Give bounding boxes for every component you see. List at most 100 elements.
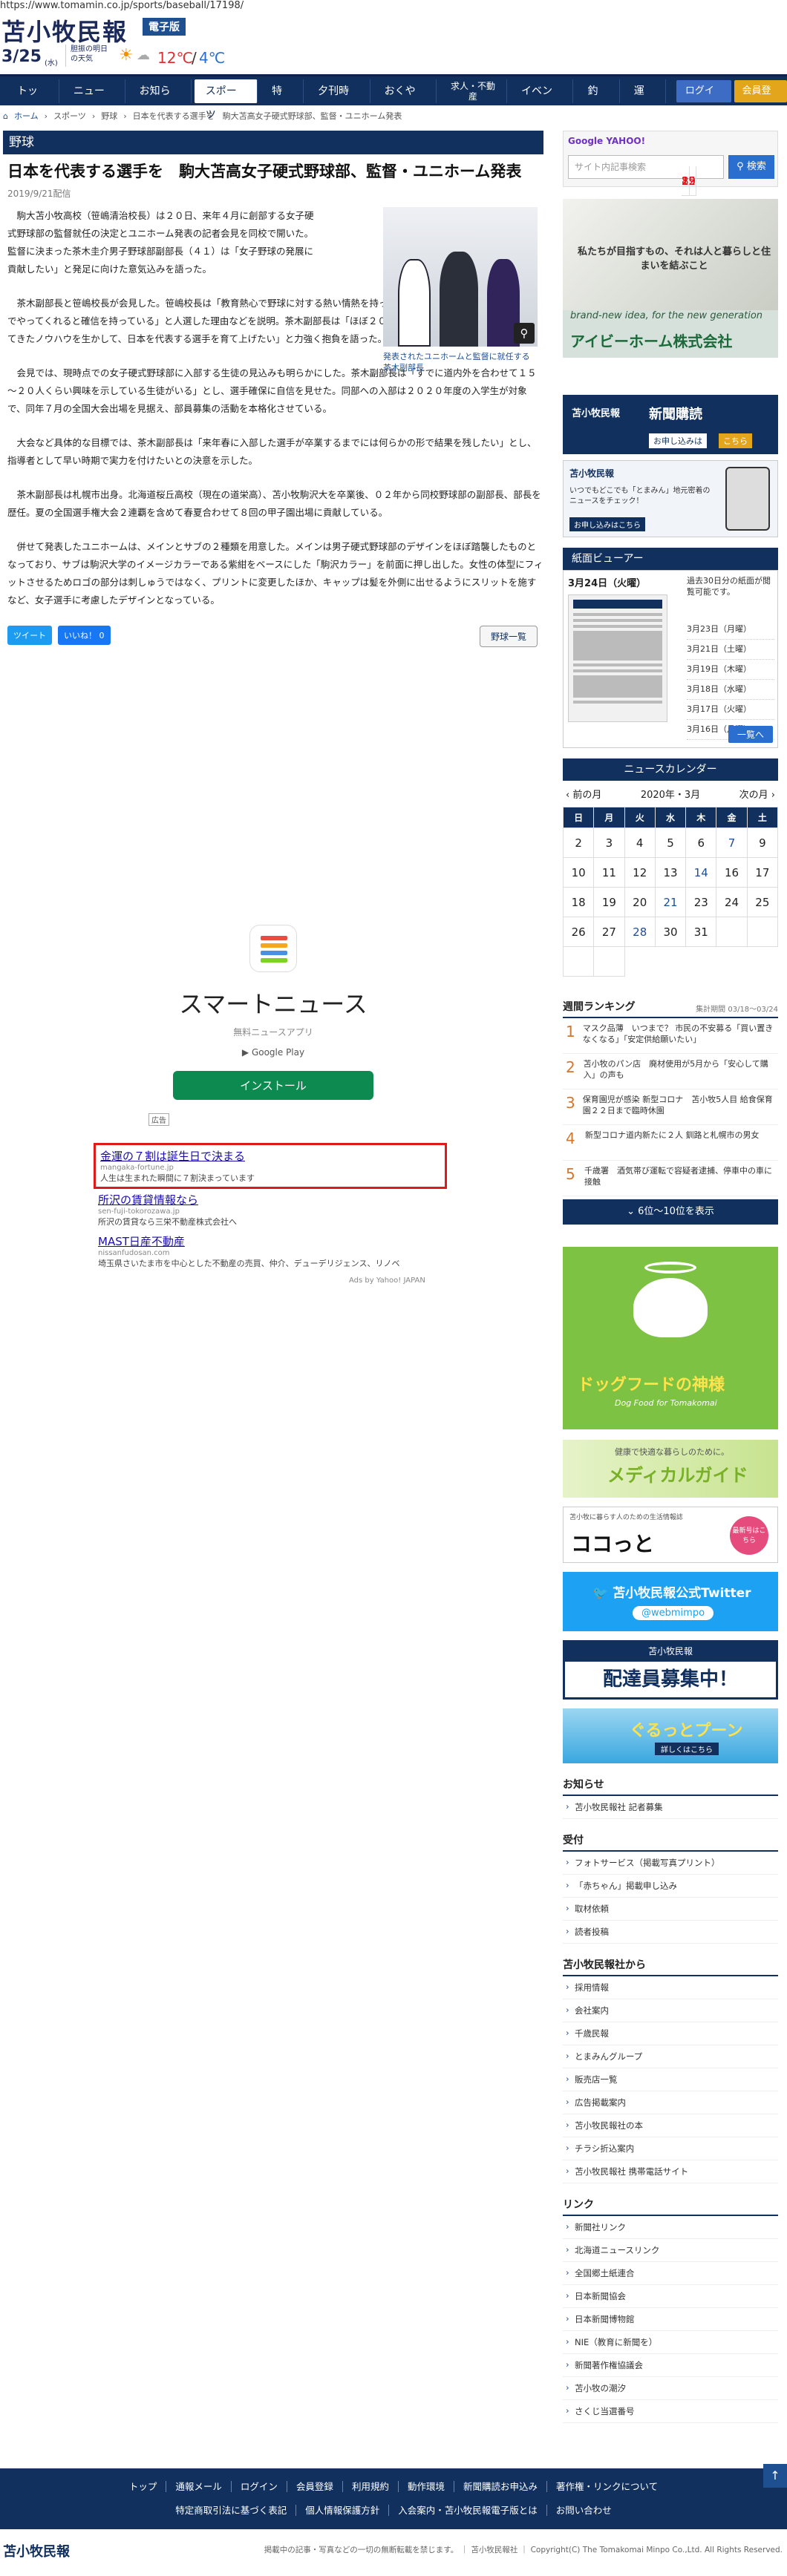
ranking-text[interactable]: 千歳署 酒気帯び運転で容疑者逮捕、停車中の車に接触 (584, 1165, 775, 1191)
calendar-day[interactable]: 5 (655, 828, 687, 858)
sidebar-link[interactable]: 新聞著作権協議会 (563, 2354, 778, 2377)
calendar-day[interactable]: 27 (594, 917, 625, 947)
sidebar-link[interactable]: 苫小牧民報社 記者募集 (563, 1796, 778, 1819)
nav-item[interactable]: 求人・不動産 (440, 79, 508, 103)
ranking-text[interactable]: 保育園児が感染 新型コロナ 苫小牧5人目 給食保育園２２日まで臨時休園 (583, 1094, 775, 1120)
delivery-recruit-banner[interactable]: 苫小牧民報 配達員募集中！ (563, 1640, 778, 1700)
sidebar-link[interactable]: チラシ折込案内 (563, 2137, 778, 2160)
ranking-item[interactable]: 1 マスク品薄 いつまで？ 市民の不安募る「買い置きなくなる」「安定供給願いたい」 (563, 1018, 778, 1054)
calendar-day[interactable]: 30 (655, 917, 687, 947)
sidebar-link[interactable]: 広告掲載案内 (563, 2091, 778, 2114)
footer-link[interactable]: ログイン (231, 2481, 287, 2492)
ivy-home-banner[interactable]: 私たちが目指すもの、それは人と暮らしと住まいを結ぶこと brand-new id… (563, 199, 778, 384)
sidebar-link[interactable]: 日本新聞博物館 (563, 2308, 778, 2331)
ad-title[interactable]: 所沢の賃貸情報なら (98, 1192, 443, 1207)
calendar-day[interactable]: 13 (655, 858, 687, 888)
calendar-day[interactable]: 16 (716, 858, 748, 888)
ranking-item[interactable]: 3 保育園児が感染 新型コロナ 苫小牧5人目 給食保育園２２日まで臨時休園 (563, 1089, 778, 1125)
footer-link[interactable]: 特定商取引法に基づく表記 (166, 2505, 297, 2516)
viewer-date-link[interactable]: 3月17日（火曜） (687, 700, 774, 720)
ranking-item[interactable]: 4 新型コロナ道内新たに２人 釧路と札幌市の男女 (563, 1125, 778, 1161)
sidebar-link[interactable]: さくじ当選番号 (563, 2400, 778, 2423)
calendar-day[interactable]: 14 (686, 858, 717, 888)
sidebar-link[interactable]: 「赤ちゃん」掲載申し込み (563, 1875, 778, 1898)
nav-item[interactable]: 特集 (261, 79, 304, 121)
install-button[interactable]: インストール (173, 1071, 373, 1100)
cal-next-link[interactable]: 次の月 › (739, 787, 775, 801)
back-to-list-button[interactable]: 野球一覧 (479, 626, 538, 647)
viewer-date-link[interactable]: 3月19日（木曜） (687, 660, 774, 680)
ranking-item[interactable]: 2 苫小牧のパン店 廃材使用が5月から「安心して購入」の声も (563, 1054, 778, 1089)
calendar-day[interactable]: 31 (686, 917, 717, 947)
nav-item[interactable]: お知らせ (128, 79, 192, 121)
breadcrumb-item[interactable]: 野球 (101, 110, 117, 122)
sidebar-link[interactable]: 苫小牧の潮汐 (563, 2377, 778, 2400)
search-button[interactable]: ⚲ 検索 (728, 155, 774, 179)
sidebar-link[interactable]: 取材依頼 (563, 1898, 778, 1921)
sidebar-link[interactable]: 新聞社リンク (563, 2216, 778, 2239)
calendar-day[interactable]: 2 (564, 828, 595, 858)
cal-prev-link[interactable]: ‹ 前の月 (566, 787, 601, 801)
viewer-more-button[interactable]: 一覧へ (728, 726, 773, 743)
footer-link[interactable]: 動作環境 (398, 2481, 454, 2492)
calendar-day[interactable]: 10 (564, 858, 595, 888)
footer-link[interactable]: トップ (120, 2481, 167, 2492)
viewer-date-link[interactable]: 3月18日（水曜） (687, 680, 774, 700)
footer-link[interactable]: 個人情報保護方針 (296, 2505, 390, 2516)
cocotto-banner[interactable]: 苫小牧に暮らす人のための生活情報誌 ココっと 最新号はこちら (563, 1507, 778, 1563)
nav-item[interactable]: 運勢 (623, 79, 666, 121)
nav-item[interactable]: ニュース (62, 79, 125, 121)
nav-item[interactable]: スポーツ (194, 79, 258, 121)
ad-title[interactable]: MAST日産不動産 (98, 1233, 443, 1249)
calendar-day[interactable]: 9 (747, 828, 778, 858)
sidebar-link[interactable]: 苫小牧民報社の本 (563, 2114, 778, 2137)
calendar-day[interactable]: 3 (594, 828, 625, 858)
article-photo[interactable]: ⚲ (383, 207, 538, 347)
shore-banner[interactable]: ぐるっとプーン 詳しくはこちら (563, 1708, 778, 1763)
calendar-day[interactable]: 20 (624, 888, 656, 917)
ad-item[interactable]: 金運の７割は誕生日で決まる mangaka-fortune.jp 人生は生まれた… (94, 1143, 447, 1189)
nav-item[interactable]: 夕刊時評 (307, 79, 370, 121)
nav-item[interactable]: おくやみ (373, 79, 437, 121)
ranking-item[interactable]: 5 千歳署 酒気帯び運転で容疑者逮捕、停車中の車に接触 (563, 1161, 778, 1196)
footer-link[interactable]: 著作権・リンクについて (547, 2481, 667, 2492)
paper-thumbnail[interactable] (568, 594, 667, 722)
footer-link[interactable]: 新聞購読お申込み (454, 2481, 547, 2492)
sidebar-link[interactable]: フォトサービス（掲載写真プリント） (563, 1852, 778, 1875)
sidebar-link[interactable]: 会社案内 (563, 1999, 778, 2022)
footer-link[interactable]: 入会案内・苫小牧民報電子版とは (389, 2505, 547, 2516)
sidebar-link[interactable]: NIE（教育に新聞を） (563, 2331, 778, 2354)
footer-link[interactable]: 通報メール (166, 2481, 232, 2492)
twitter-banner[interactable]: 🐦 苫小牧民報公式Twitter @webmimpo (563, 1572, 778, 1631)
search-input[interactable]: サイト内記事検索 (568, 155, 724, 179)
ranking-text[interactable]: 新型コロナ道内新たに２人 釧路と札幌市の男女 (585, 1130, 760, 1156)
sidebar-link[interactable]: 千歳民報 (563, 2022, 778, 2045)
tweet-button[interactable]: ツイート (7, 626, 52, 645)
subscription-banner[interactable]: 苫小牧民報 新聞購読 お申し込みは こちら (563, 395, 778, 454)
ad-title[interactable]: 金運の７割は誕生日で決まる (100, 1148, 440, 1164)
dogfood-banner[interactable]: ドッグフードの神様 Dog Food for Tomakomai (563, 1247, 778, 1429)
calendar-day[interactable]: 12 (624, 858, 656, 888)
breadcrumb-item[interactable]: ホーム (14, 110, 39, 122)
ad-item[interactable]: 所沢の賃貸情報なら sen-fuji-tokorozawa.jp 所沢の賃貸なら… (94, 1189, 447, 1230)
calendar-day[interactable]: 23 (686, 888, 717, 917)
calendar-day[interactable]: 28 (624, 917, 656, 947)
site-logo[interactable]: 苫小牧民報 (1, 13, 128, 47)
back-to-top-button[interactable]: ↑ (763, 2464, 787, 2488)
sidebar-link[interactable]: 日本新聞協会 (563, 2285, 778, 2308)
sidebar-link[interactable]: 全国郷土紙連合 (563, 2262, 778, 2285)
ranking-text[interactable]: 苫小牧のパン店 廃材使用が5月から「安心して購入」の声も (584, 1058, 775, 1084)
ranking-more-button[interactable]: ⌄ 6位〜10位を表示 (563, 1199, 778, 1225)
zoom-icon[interactable]: ⚲ (514, 323, 535, 344)
ad-item[interactable]: MAST日産不動産 nissanfudosan.com 埼玉県さいたま市を中心と… (94, 1230, 447, 1272)
sidebar-link[interactable]: 販売店一覧 (563, 2068, 778, 2091)
footer-link[interactable]: お問い合わせ (547, 2505, 621, 2516)
calendar-day[interactable]: 6 (686, 828, 717, 858)
register-button[interactable]: 会員登録 (734, 79, 787, 119)
sidebar-link[interactable]: 採用情報 (563, 1976, 778, 1999)
calendar-day[interactable]: 7 (716, 828, 748, 858)
sidebar-link[interactable]: とまみんグループ (563, 2045, 778, 2068)
calendar-day[interactable]: 29 (682, 166, 697, 196)
calendar-day[interactable]: 24 (716, 888, 748, 917)
ranking-text[interactable]: マスク品薄 いつまで？ 市民の不安募る「買い置きなくなる」「安定供給願いたい」 (583, 1023, 775, 1049)
